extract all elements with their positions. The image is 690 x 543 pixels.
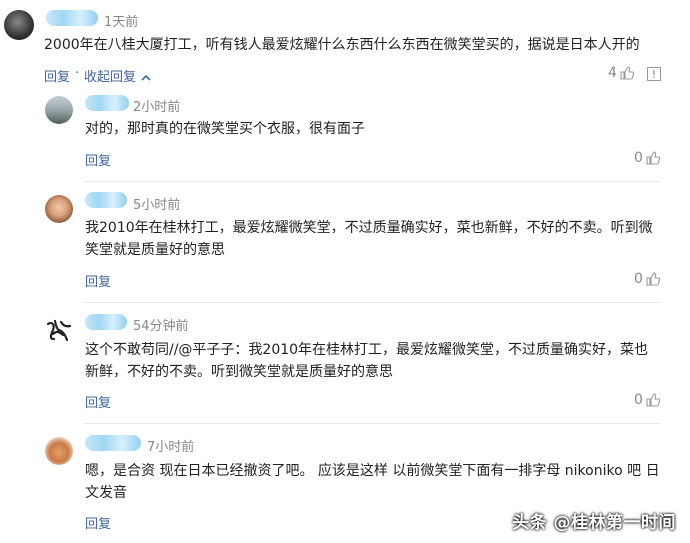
reply-button[interactable]: 回复 — [44, 66, 70, 85]
report-icon[interactable] — [647, 67, 661, 81]
reply-button[interactable]: 回复 — [85, 392, 111, 411]
reply-time: 5小时前 — [133, 198, 181, 213]
thumbs-up-icon[interactable] — [646, 393, 660, 407]
reply-text: 对的，那时真的在微笑堂买个衣服，很有面子 — [85, 121, 365, 137]
reply-text-line2: 新鲜，不好的不卖。听到微笑堂就是质量好的意思 — [85, 364, 393, 380]
username-blurred[interactable] — [85, 314, 127, 330]
like-count: 0 — [634, 150, 643, 166]
collapse-label: 收起回复 — [84, 70, 137, 85]
collapse-replies-button[interactable]: 收起回复 — [84, 66, 151, 85]
chevron-up-icon — [141, 74, 151, 81]
like-count: 0 — [634, 271, 643, 287]
avatar[interactable] — [45, 316, 73, 344]
comment-text: 2000年在八桂大厦打工，听有钱人最爱炫耀什么东西什么东西在微笑堂买的，据说是日… — [44, 37, 640, 53]
reply-button[interactable]: 回复 — [85, 271, 111, 290]
reply-text-line1: 嗯，是合资 现在日本已经撤资了吧。 应该是这样 以前微笑堂下面有一排字母 nik… — [85, 463, 660, 479]
divider — [84, 423, 660, 424]
username-blurred[interactable] — [46, 10, 98, 26]
reply-text-line2: 笑堂就是质量好的意思 — [85, 242, 225, 258]
divider — [84, 181, 660, 182]
username-blurred[interactable] — [85, 192, 127, 208]
separator-dot: · — [75, 66, 80, 81]
username-blurred[interactable] — [85, 435, 141, 451]
thumbs-up-icon[interactable] — [646, 272, 660, 286]
reply-time: 7小时前 — [147, 440, 195, 455]
avatar[interactable] — [4, 10, 34, 40]
username-blurred[interactable] — [85, 95, 129, 111]
reply-text-line2: 文发音 — [85, 485, 127, 501]
calligraphy-avatar-icon — [46, 319, 72, 342]
avatar[interactable] — [45, 96, 73, 124]
avatar[interactable] — [45, 437, 73, 465]
divider — [84, 302, 660, 303]
reply-time: 54分钟前 — [133, 319, 189, 334]
thumbs-up-icon[interactable] — [620, 66, 634, 80]
like-count: 4 — [608, 65, 617, 81]
reply-time: 2小时前 — [133, 100, 181, 115]
reply-button[interactable]: 回复 — [85, 150, 111, 169]
reply-button[interactable]: 回复 — [85, 513, 111, 532]
like-count: 0 — [634, 392, 643, 408]
watermark: 头条 @桂林第一时间 — [512, 513, 676, 533]
reply-text-line1: 这个不敢苟同//@平子子：我2010年在桂林打工，最爱炫耀微笑堂，不过质量确实好… — [85, 342, 649, 358]
reply-text-line1: 我2010年在桂林打工，最爱炫耀微笑堂，不过质量确实好，菜也新鲜，不好的不卖。听… — [85, 220, 653, 236]
avatar[interactable] — [45, 195, 73, 223]
thumbs-up-icon[interactable] — [646, 151, 660, 165]
comment-time: 1天前 — [104, 15, 139, 30]
